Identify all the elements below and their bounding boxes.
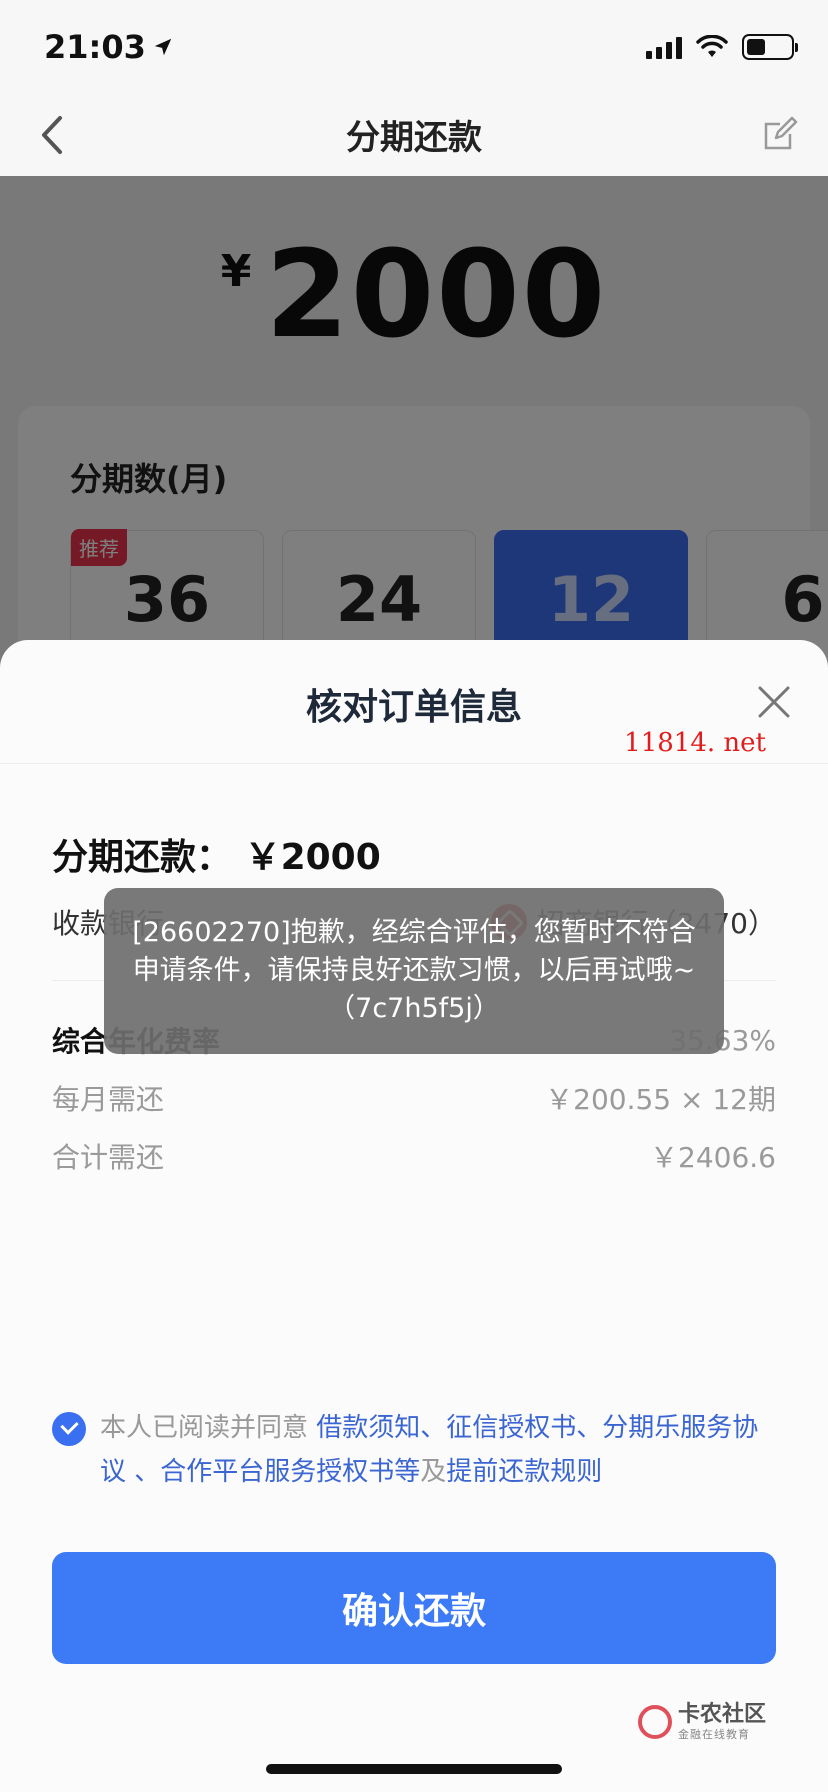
agreement-middle: 及 [420, 1457, 447, 1487]
sheet-title: 核对订单信息 [305, 687, 522, 728]
brand-sub: 金融在线教育 [677, 1728, 750, 1741]
checkbox-checked-icon[interactable] [52, 1412, 86, 1446]
status-icons [646, 34, 798, 60]
wifi-icon [696, 35, 728, 57]
page-title: 分期还款 [346, 118, 482, 158]
location-arrow-icon [154, 38, 172, 56]
total-row: 合计需还 ￥2406.6 [52, 1136, 776, 1176]
home-indicator[interactable] [266, 1764, 562, 1774]
repay-label: 分期还款： [52, 837, 233, 878]
brand-text: 卡农社区 金融在线教育 [677, 1702, 766, 1741]
sheet-header: 核对订单信息 11814. net [0, 640, 828, 764]
repay-amount-line: 分期还款： ￥2000 [52, 828, 381, 880]
cellular-signal-icon [646, 35, 682, 59]
agreement-prefix: 本人已阅读并同意 [100, 1413, 317, 1443]
close-icon[interactable] [754, 682, 794, 722]
total-label: 合计需还 [52, 1141, 165, 1174]
confirm-repay-button[interactable]: 确认还款 [52, 1552, 776, 1664]
agreement-area: 本人已阅读并同意 借款须知、征信授权书、分期乐服务协议 、合作平台服务授权书等及… [52, 1406, 776, 1494]
status-time-text: 21:03 [44, 28, 146, 66]
brand-logo-icon [637, 1705, 672, 1739]
agreement-text: 本人已阅读并同意 借款须知、征信授权书、分期乐服务协议 、合作平台服务授权书等及… [52, 1406, 776, 1494]
repay-amount: ￥2000 [244, 837, 381, 878]
error-toast: [26602270]抱歉，经综合评估，您暂时不符合申请条件，请保持良好还款习惯，… [104, 888, 724, 1054]
site-watermark: 11814. net [624, 728, 766, 758]
edit-icon[interactable] [760, 114, 800, 154]
prepayment-rules-link[interactable]: 提前还款规则 [446, 1457, 602, 1487]
app-screen: 21:03 分期还款 ¥2000 [0, 0, 828, 1792]
battery-icon [742, 34, 798, 60]
monthly-value: ￥200.55 × 12期 [545, 1083, 776, 1116]
total-value: ￥2406.6 [650, 1141, 776, 1174]
nav-bar: 分期还款 [0, 96, 828, 176]
brand-watermark: 卡农社区 金融在线教育 [637, 1702, 766, 1741]
monthly-label: 每月需还 [52, 1083, 165, 1116]
brand-name: 卡农社区 [677, 1702, 766, 1727]
status-bar: 21:03 [0, 0, 828, 96]
status-time: 21:03 [44, 28, 174, 66]
monthly-row: 每月需还 ￥200.55 × 12期 [52, 1078, 776, 1118]
